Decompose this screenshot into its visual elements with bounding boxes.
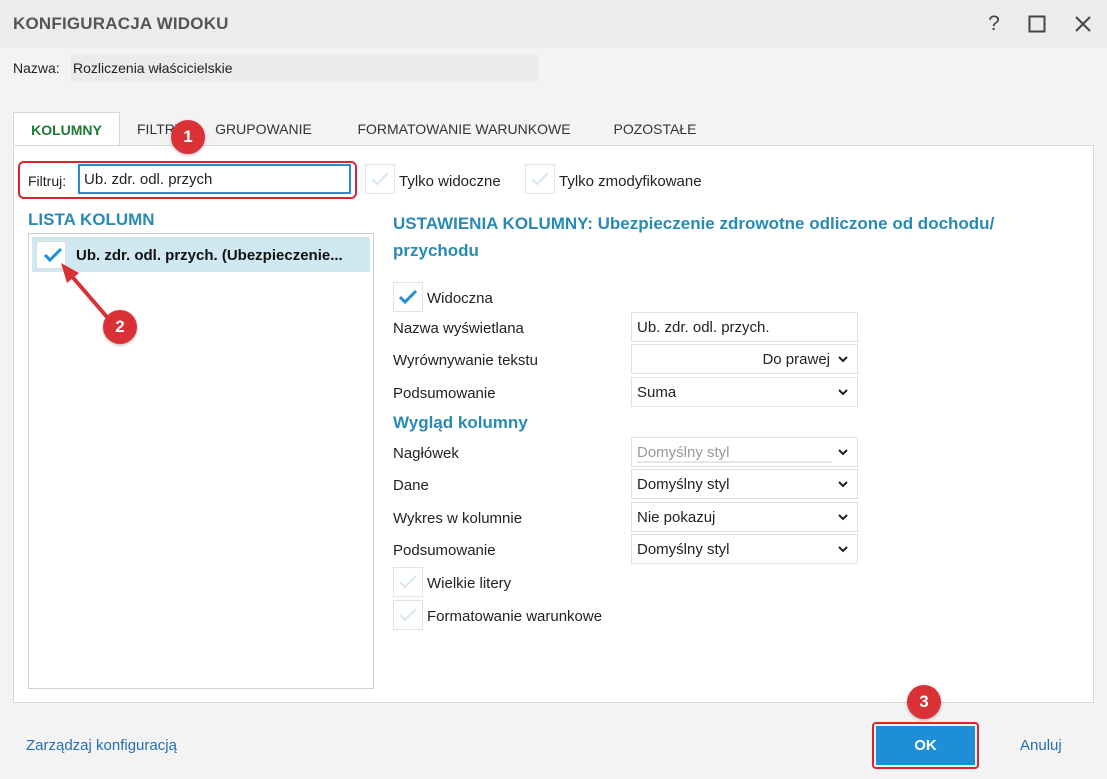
summary-label: Podsumowanie xyxy=(393,385,496,402)
cancel-button[interactable]: Anuluj xyxy=(1020,737,1062,754)
chevron-down-icon xyxy=(838,546,848,553)
data-value: Domyślny styl xyxy=(637,475,730,493)
display-name-input[interactable]: Ub. zdr. odl. przych. xyxy=(631,312,858,342)
column-list-title: LISTA KOLUMN xyxy=(28,210,155,229)
close-icon xyxy=(1075,16,1091,32)
chart-value: Nie pokazuj xyxy=(637,508,716,526)
visible-label: Widoczna xyxy=(427,290,493,307)
visible-checkbox[interactable] xyxy=(393,282,423,312)
filter-input[interactable] xyxy=(78,164,351,194)
only-visible-label: Tylko widoczne xyxy=(399,173,501,190)
column-look-title: Wygląd kolumny xyxy=(393,413,528,432)
summary-style-select[interactable]: Domyślny styl xyxy=(631,534,858,564)
maximize-button[interactable] xyxy=(1021,8,1053,40)
check-icon xyxy=(399,575,417,589)
tab-pozostale[interactable]: POZOSTAŁE xyxy=(600,112,710,146)
display-name-label: Nazwa wyświetlana xyxy=(393,320,524,337)
chevron-down-icon xyxy=(838,481,848,488)
settings-title: USTAWIENIA KOLUMNY: Ubezpieczenie zdrowo… xyxy=(393,214,995,260)
tab-formatowanie-warunkowe[interactable]: FORMATOWANIE WARUNKOWE xyxy=(340,112,588,146)
ok-button[interactable]: OK xyxy=(876,726,975,765)
conditional-label: Formatowanie warunkowe xyxy=(427,608,603,625)
only-modified-label: Tylko zmodyfikowane xyxy=(559,173,702,190)
header-select[interactable]: Domyślny styl xyxy=(631,437,858,467)
alignment-select[interactable]: Do prawej xyxy=(631,344,858,374)
data-select[interactable]: Domyślny styl xyxy=(631,469,858,499)
chart-select[interactable]: Nie pokazuj xyxy=(631,502,858,532)
summary-style-value: Domyślny styl xyxy=(637,540,730,558)
tab-grupowanie[interactable]: GRUPOWANIE xyxy=(206,112,321,146)
tab-kolumny[interactable]: KOLUMNY xyxy=(13,112,120,146)
chevron-down-icon xyxy=(838,356,848,363)
alignment-label: Wyrównywanie tekstu xyxy=(393,352,538,369)
annotation-badge-1: 1 xyxy=(171,120,205,154)
close-button[interactable] xyxy=(1067,8,1099,40)
summary-style-label: Podsumowanie xyxy=(393,542,496,559)
display-name-value: Ub. zdr. odl. przych. xyxy=(637,318,770,336)
manage-config-link[interactable]: Zarządzaj konfiguracją xyxy=(26,737,177,754)
alignment-value: Do prawej xyxy=(762,350,830,368)
header-label: Nagłówek xyxy=(393,445,459,462)
conditional-checkbox[interactable] xyxy=(393,600,423,630)
check-icon xyxy=(399,608,417,622)
only-visible-checkbox[interactable] xyxy=(365,164,395,194)
summary-value: Suma xyxy=(637,383,677,401)
data-label: Dane xyxy=(393,477,429,494)
uppercase-checkbox[interactable] xyxy=(393,567,423,597)
chevron-down-icon xyxy=(838,449,848,456)
check-icon xyxy=(398,289,418,305)
maximize-icon xyxy=(1028,15,1046,33)
chevron-down-icon xyxy=(838,389,848,396)
name-label: Nazwa: xyxy=(13,60,60,76)
annotation-badge-3: 3 xyxy=(907,685,941,719)
name-input[interactable] xyxy=(71,54,538,82)
chevron-down-icon xyxy=(838,514,848,521)
uppercase-label: Wielkie litery xyxy=(427,575,512,592)
only-modified-checkbox[interactable] xyxy=(525,164,555,194)
title-bar: KONFIGURACJA WIDOKU ? xyxy=(0,0,1107,48)
summary-select[interactable]: Suma xyxy=(631,377,858,407)
chart-label: Wykres w kolumnie xyxy=(393,510,523,527)
help-button[interactable]: ? xyxy=(978,8,1010,40)
header-value: Domyślny styl xyxy=(637,443,730,461)
filter-label: Filtruj: xyxy=(28,173,67,189)
check-icon xyxy=(371,172,389,186)
annotation-badge-2: 2 xyxy=(103,310,137,344)
disabled-underline xyxy=(637,461,832,463)
check-icon xyxy=(531,172,549,186)
window-title: KONFIGURACJA WIDOKU xyxy=(13,14,229,33)
